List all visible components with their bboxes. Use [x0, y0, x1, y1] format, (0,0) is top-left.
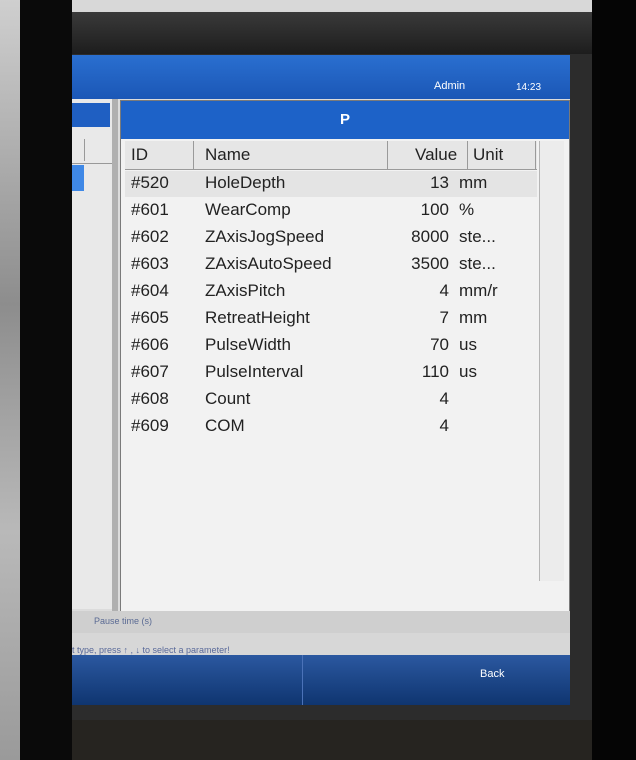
column-divider	[387, 141, 388, 169]
table-row[interactable]: #608 Count 4	[125, 387, 537, 413]
cell-id: #605	[131, 308, 169, 327]
bezel-bottom	[72, 720, 592, 760]
parameter-window-title: P	[121, 101, 569, 139]
hint-text: t type, press ↑ , ↓ to select a paramete…	[72, 645, 230, 655]
left-panel-header	[72, 103, 110, 127]
table-row[interactable]: #606 PulseWidth 70 us	[125, 333, 537, 359]
cell-id: #607	[131, 362, 169, 381]
cell-id: #604	[131, 281, 169, 300]
table-row[interactable]: #607 PulseInterval 110 us	[125, 360, 537, 386]
table-row[interactable]: #601 WearComp 100 %	[125, 198, 537, 224]
cell-value: 13	[430, 173, 449, 192]
column-id[interactable]: ID	[131, 145, 148, 165]
left-panel-subheader	[72, 139, 112, 164]
cell-value: 4	[439, 389, 449, 408]
cell-unit: ste...	[459, 227, 496, 246]
cell-name: PulseInterval	[205, 362, 304, 381]
cell-unit: mm	[459, 173, 488, 192]
cell-id: #603	[131, 254, 169, 273]
cell-name: ZAxisAutoSpeed	[205, 254, 332, 273]
table-header: ID Name Value Unit	[125, 141, 537, 170]
left-panel-selection[interactable]	[72, 165, 84, 191]
column-unit[interactable]: Unit	[473, 145, 503, 165]
cell-name: COM	[205, 416, 245, 435]
parameter-window: P ID Name Value Unit #520 HoleDepth 13 m…	[120, 100, 570, 612]
column-divider	[467, 141, 468, 169]
status-text: Pause time (s)	[94, 616, 153, 626]
cell-unit: %	[459, 200, 475, 219]
cell-id: #520	[131, 173, 169, 192]
column-divider	[535, 141, 536, 169]
vertical-scrollbar[interactable]	[539, 141, 564, 581]
bezel-right	[592, 0, 636, 760]
bezel-shine	[72, 12, 592, 54]
cell-value: 7	[439, 308, 449, 327]
cell-name: RetreatHeight	[205, 308, 310, 327]
bezel-left	[20, 0, 72, 760]
cell-id: #606	[131, 335, 169, 354]
softkey-divider	[302, 655, 303, 705]
table-row[interactable]: #609 COM 4	[125, 414, 537, 440]
cell-id: #609	[131, 416, 169, 435]
cell-id: #602	[131, 227, 169, 246]
table-row[interactable]: #602 ZAxisJogSpeed 8000 ste...	[125, 225, 537, 251]
cell-unit: mm	[459, 308, 488, 327]
bezel-top-strip	[72, 0, 592, 12]
cell-unit: us	[459, 362, 477, 381]
cell-value: 4	[439, 281, 449, 300]
panel-splitter[interactable]	[112, 99, 118, 619]
left-panel-divider	[84, 139, 85, 161]
status-bar: Pause time (s)	[72, 611, 570, 633]
cell-unit: mm/r	[459, 281, 498, 300]
cell-value: 70	[430, 335, 449, 354]
softkey-bar: Back	[72, 655, 570, 705]
table-row[interactable]: #605 RetreatHeight 7 mm	[125, 306, 537, 332]
column-name[interactable]: Name	[205, 145, 250, 165]
clock: 14:23	[516, 82, 542, 93]
user-label: Admin	[434, 80, 466, 92]
cell-name: ZAxisJogSpeed	[205, 227, 325, 246]
table-row[interactable]: #603 ZAxisAutoSpeed 3500 ste...	[125, 252, 537, 278]
cell-name: WearComp	[205, 200, 291, 219]
table-row[interactable]: #604 ZAxisPitch 4 mm/r	[125, 279, 537, 305]
table-row[interactable]: #520 HoleDepth 13 mm	[125, 171, 537, 197]
cell-unit: ste...	[459, 254, 496, 273]
column-divider	[193, 141, 194, 169]
left-panel	[72, 99, 112, 609]
column-value[interactable]: Value	[415, 145, 457, 165]
cell-value: 4	[439, 416, 449, 435]
cell-value: 100	[420, 200, 449, 219]
cell-id: #608	[131, 389, 169, 408]
cell-value: 110	[421, 362, 449, 381]
top-bar: Admin 14:23	[72, 55, 570, 99]
cell-name: PulseWidth	[205, 335, 291, 354]
cell-id: #601	[131, 200, 169, 219]
back-button[interactable]: Back	[470, 665, 514, 683]
cell-name: HoleDepth	[205, 173, 286, 192]
cell-name: Count	[205, 389, 251, 408]
cell-value: 8000	[411, 227, 449, 246]
cell-value: 3500	[411, 254, 449, 273]
cell-name: ZAxisPitch	[205, 281, 286, 300]
background-wall	[0, 0, 20, 760]
hmi-screen: Admin 14:23 P ID Name Value Unit #520 Ho…	[72, 55, 570, 705]
cell-unit: us	[459, 335, 477, 354]
